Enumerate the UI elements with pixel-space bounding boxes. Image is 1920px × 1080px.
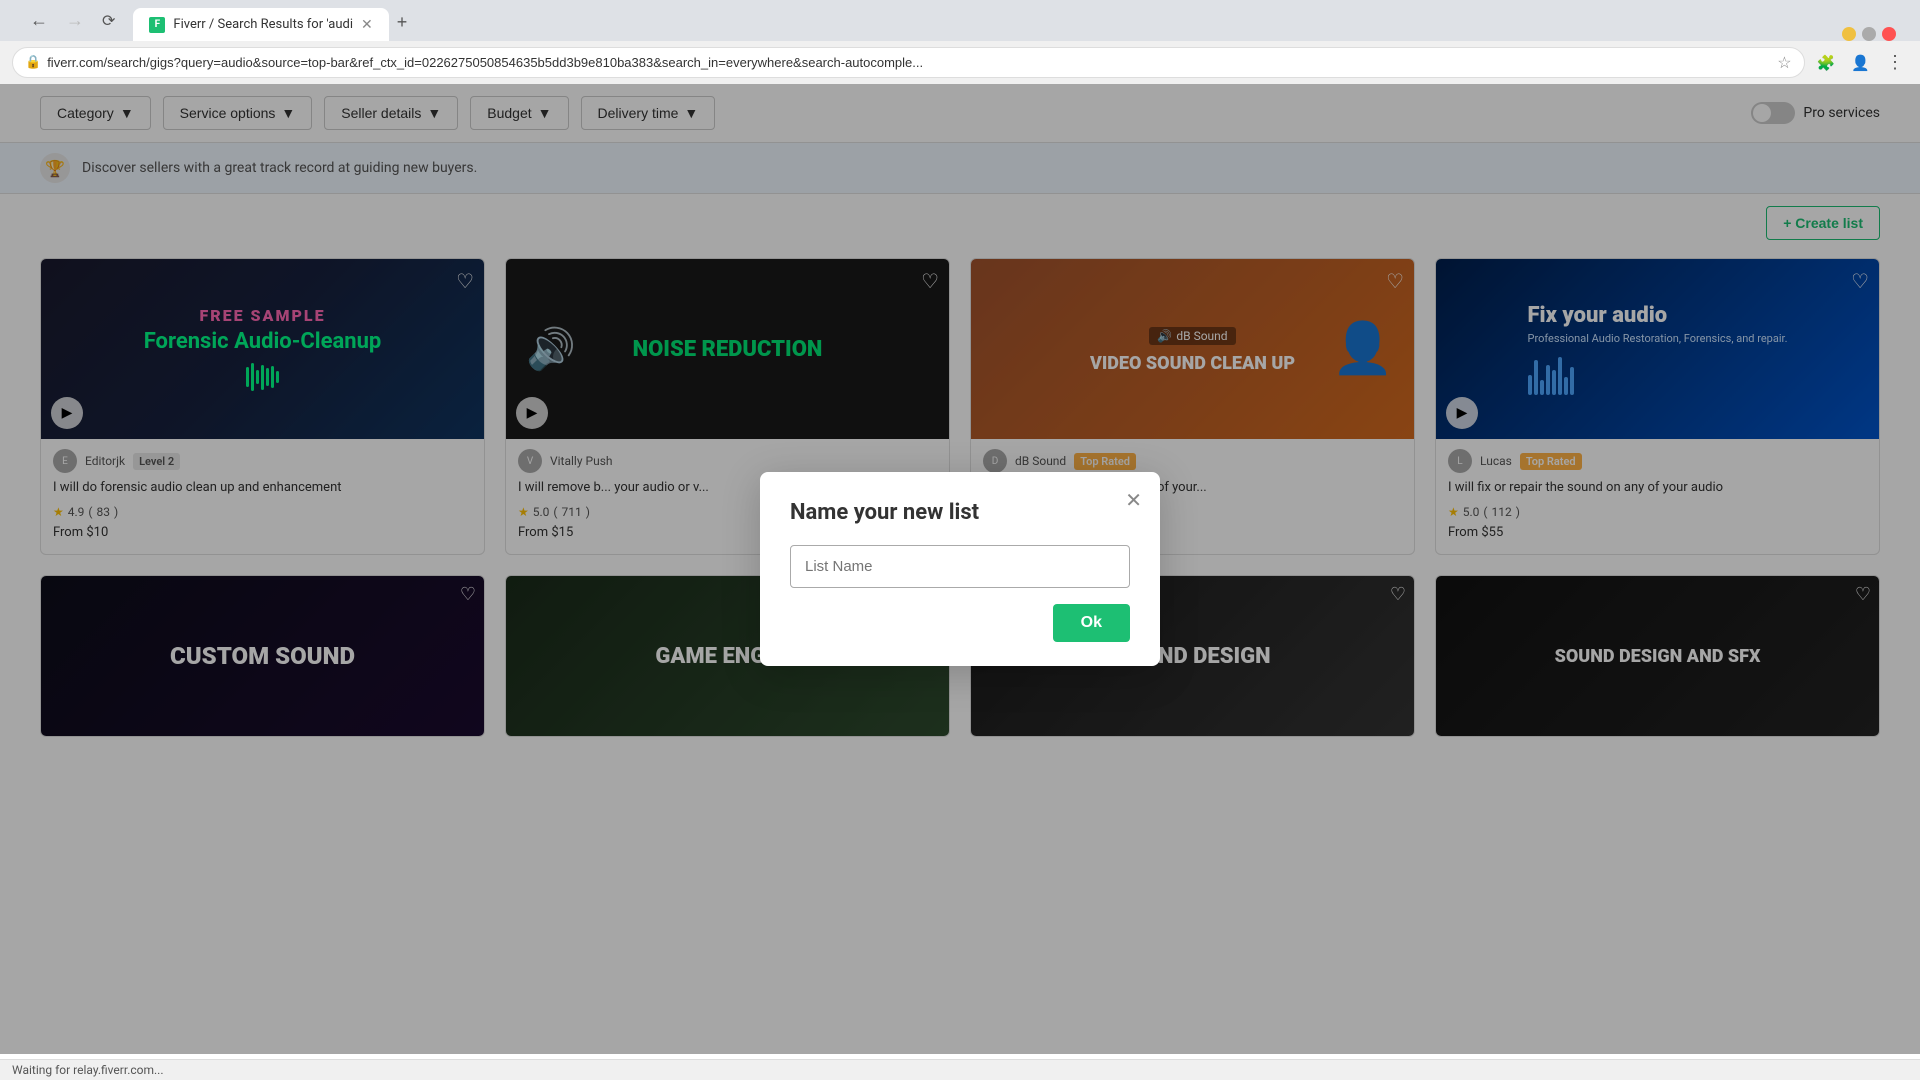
address-bar-row: 🔒 ☆ 🧩 👤 ⋮ (0, 41, 1920, 84)
refresh-button[interactable]: ⟳ (96, 7, 121, 34)
browser-toolbar: 🧩 👤 ⋮ (1813, 48, 1908, 77)
extensions-icon[interactable]: 🧩 (1813, 50, 1840, 76)
modal-title: Name your new list (790, 500, 1130, 525)
active-tab[interactable]: F Fiverr / Search Results for 'audi ✕ (133, 8, 388, 41)
tab-favicon: F (149, 17, 165, 33)
maximize-button[interactable] (1862, 27, 1876, 41)
tab-bar: ← → ⟳ F Fiverr / Search Results for 'aud… (0, 0, 1920, 41)
ok-button[interactable]: Ok (1053, 604, 1130, 642)
minimize-button[interactable] (1842, 27, 1856, 41)
close-window-button[interactable] (1882, 27, 1896, 41)
list-name-input[interactable] (790, 545, 1130, 588)
status-bar: Waiting for relay.fiverr.com... (0, 1059, 1920, 1080)
page-content: Category ▼ Service options ▼ Seller deta… (0, 84, 1920, 1054)
status-text: Waiting for relay.fiverr.com... (12, 1063, 164, 1077)
lock-icon: 🔒 (25, 55, 41, 70)
new-tab-button[interactable]: + (389, 4, 416, 41)
url-input[interactable] (47, 55, 1771, 70)
menu-icon[interactable]: ⋮ (1882, 48, 1908, 77)
forward-button[interactable]: → (60, 6, 90, 35)
tab-title: Fiverr / Search Results for 'audi (173, 17, 353, 32)
back-button[interactable]: ← (24, 6, 54, 35)
tab-close-button[interactable]: ✕ (361, 16, 373, 33)
browser-chrome: ← → ⟳ F Fiverr / Search Results for 'aud… (0, 0, 1920, 84)
modal-close-button[interactable]: ✕ (1125, 488, 1142, 513)
name-list-modal: Name your new list ✕ Ok (760, 472, 1160, 666)
modal-backdrop[interactable]: Name your new list ✕ Ok (0, 84, 1920, 1054)
profile-icon[interactable]: 👤 (1847, 50, 1874, 76)
address-bar[interactable]: 🔒 ☆ (12, 47, 1805, 78)
bookmark-icon[interactable]: ☆ (1777, 53, 1791, 72)
modal-footer: Ok (790, 604, 1130, 642)
